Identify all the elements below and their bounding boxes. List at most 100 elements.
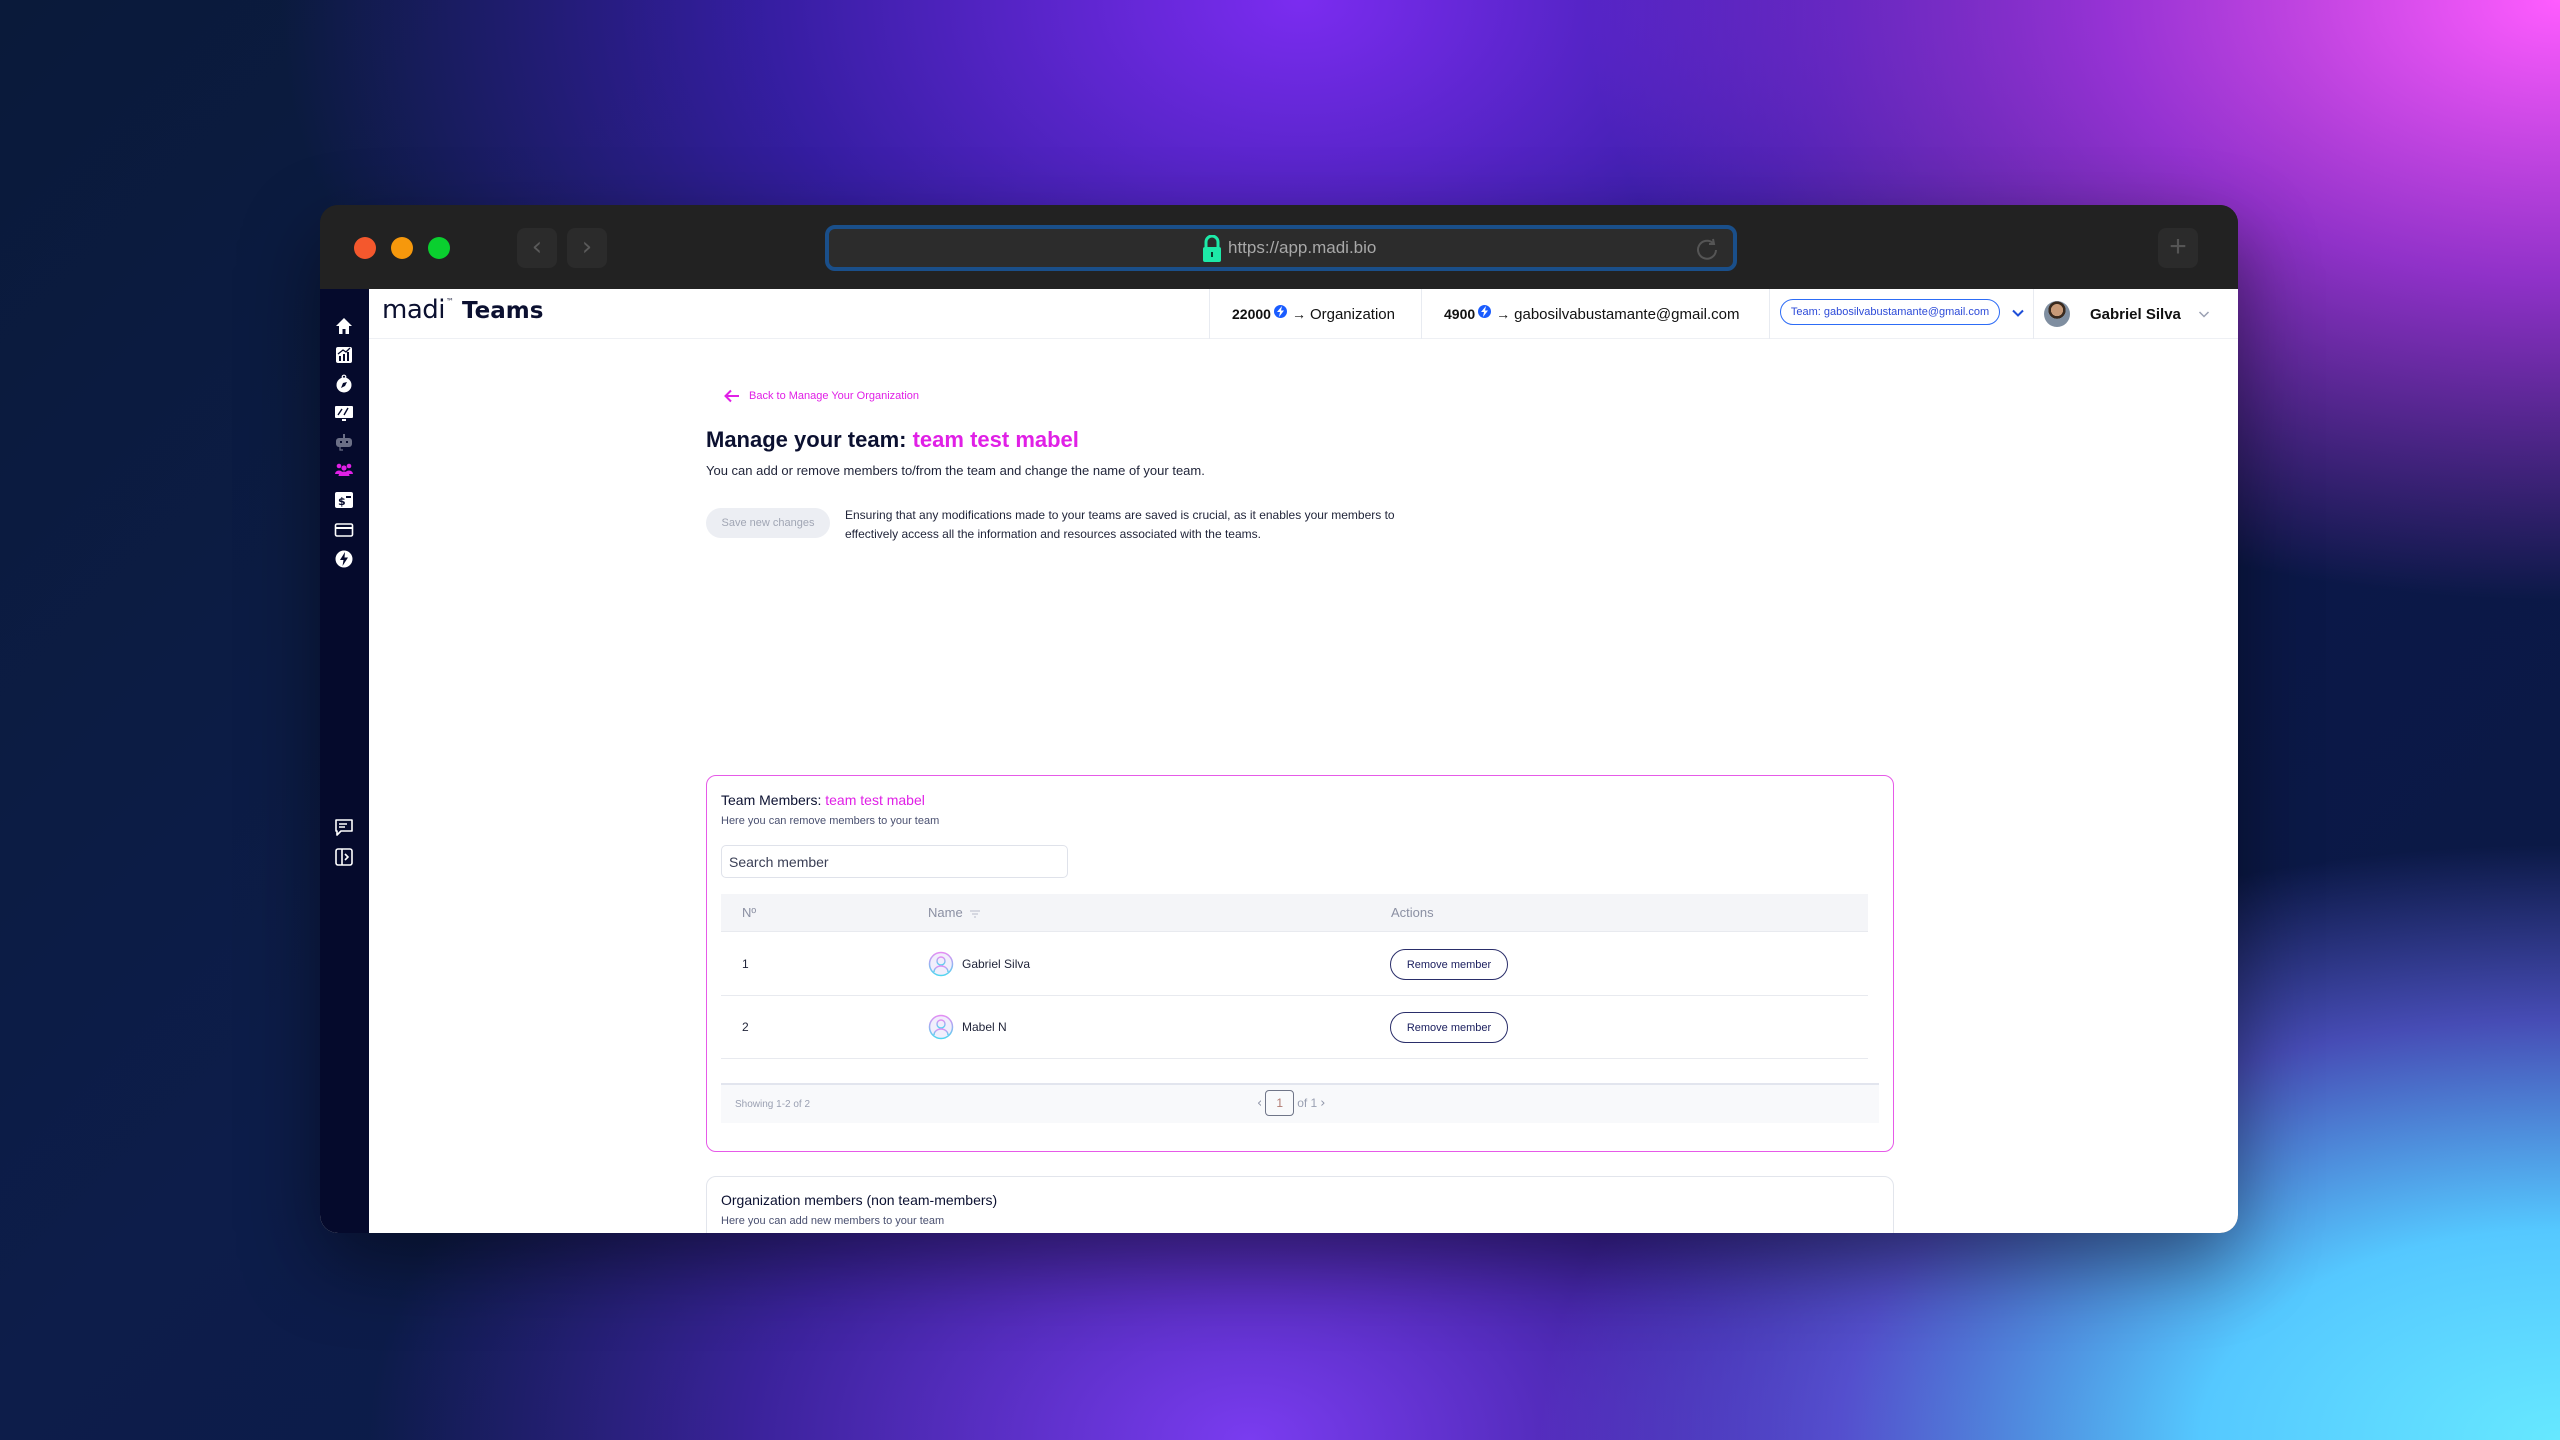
sidebar-item-billing[interactable]: $ <box>334 490 354 510</box>
team-selector[interactable]: Team: gabosilvabustamante@gmail.com <box>1769 289 2033 339</box>
page-subtitle: You can add or remove members to/from th… <box>706 463 1205 478</box>
team-members-title-prefix: Team Members: <box>721 792 826 808</box>
save-note: Ensuring that any modifications made to … <box>845 508 1395 541</box>
user-credits: 4900 → gabosilvabustamante@gmail.com <box>1421 289 1769 339</box>
sidebar-item-teams[interactable] <box>334 460 354 480</box>
page-number-input[interactable]: 1 <box>1265 1090 1295 1116</box>
table-row: 1 Gabriel Silva Remove member <box>721 933 1868 996</box>
credit-bolt-icon <box>1478 304 1492 318</box>
column-header-name-label: Name <box>928 905 963 920</box>
maximize-window-button[interactable] <box>428 237 450 259</box>
back-to-organization-link[interactable]: Back to Manage Your Organization <box>723 387 919 405</box>
user-avatar-icon <box>928 951 954 977</box>
sidebar-item-payment[interactable] <box>334 520 354 540</box>
top-bar: madi ™ Teams 22000 → Organization 4900 →… <box>369 289 2238 339</box>
chart-icon <box>336 347 352 363</box>
member-name: Gabriel Silva <box>962 957 1031 971</box>
row-number: 1 <box>742 957 749 971</box>
pagination-controls: ‹ 1 of 1 › <box>1257 1090 1325 1116</box>
arrow-left-icon <box>724 389 739 403</box>
member-cell: Mabel N <box>928 1014 1007 1040</box>
user-credit-amount: 4900 <box>1444 306 1476 322</box>
browser-titlebar: ‹ › https://app.madi.bio + <box>320 205 2238 289</box>
home-icon <box>336 318 352 334</box>
app-area: $ madi ™ Teams 22000 → Organization 4900… <box>320 289 2238 1233</box>
chat-icon <box>335 819 353 836</box>
previous-page-button[interactable]: ‹ <box>1257 1096 1262 1111</box>
table-row: 2 Mabel N Remove member <box>721 996 1868 1059</box>
team-members-title: Team Members: team test mabel <box>721 792 925 808</box>
back-link-label: Back to Manage Your Organization <box>749 390 920 402</box>
user-credit-label: gabosilvabustamante@gmail.com <box>1514 305 1740 323</box>
search-member-input[interactable] <box>721 845 1068 878</box>
lock-icon <box>1203 235 1221 262</box>
reload-icon[interactable] <box>1693 236 1721 264</box>
arrow-right-icon: → <box>1496 306 1511 322</box>
sidebar-item-assistant[interactable] <box>334 432 354 452</box>
save-changes-button[interactable]: Save new changes <box>706 508 830 538</box>
app-logo[interactable]: madi ™ Teams <box>382 295 543 325</box>
column-header-actions: Actions <box>1391 905 1434 920</box>
chevron-down-icon[interactable] <box>2010 305 2026 321</box>
sidebar-item-credits[interactable] <box>334 549 354 569</box>
svg-text:$: $ <box>338 495 346 508</box>
team-name: team test mabel <box>912 427 1079 452</box>
page-total: of 1 <box>1297 1096 1318 1110</box>
sidebar-item-feedback[interactable] <box>334 817 354 837</box>
arrow-right-icon: → <box>1291 306 1306 322</box>
browser-forward-button[interactable]: › <box>567 228 607 268</box>
remove-member-button[interactable]: Remove member <box>1390 949 1508 980</box>
dollar-wallet-icon: $ <box>335 492 353 508</box>
address-bar[interactable]: https://app.madi.bio <box>825 225 1737 271</box>
chevron-down-icon[interactable] <box>2197 307 2211 321</box>
sidebar-item-home[interactable] <box>334 316 354 336</box>
user-profile-menu[interactable]: Gabriel Silva <box>2033 289 2238 339</box>
url-text: https://app.madi.bio <box>1228 238 1377 257</box>
browser-back-button[interactable]: ‹ <box>517 228 557 268</box>
credit-bolt-icon <box>1273 304 1287 318</box>
sidebar-item-explore[interactable] <box>334 374 354 394</box>
browser-window: ‹ › https://app.madi.bio + $ madi ™ Team… <box>320 205 2238 1233</box>
new-tab-button[interactable]: + <box>2158 228 2198 268</box>
filter-icon[interactable] <box>969 909 980 918</box>
sidebar-expand-icon <box>335 848 353 866</box>
organization-members-subtitle: Here you can add new members to your tea… <box>721 1215 945 1227</box>
organization-members-card: Organization members (non team-members) … <box>706 1176 1894 1233</box>
credit-card-icon <box>334 523 354 537</box>
close-window-button[interactable] <box>354 237 376 259</box>
monitor-icon <box>335 406 353 421</box>
row-number: 2 <box>742 1020 749 1034</box>
page-title-prefix: Manage your team: <box>706 427 913 452</box>
compass-icon <box>336 374 352 393</box>
org-credit-label: Organization <box>1309 305 1395 323</box>
team-members-team-name: team test mabel <box>825 792 925 808</box>
next-page-button[interactable]: › <box>1320 1096 1325 1111</box>
organization-members-title: Organization members (non team-members) <box>721 1192 998 1208</box>
sidebar-item-analytics[interactable] <box>334 345 354 365</box>
member-cell: Gabriel Silva <box>928 951 1030 977</box>
team-table-header: Nº Name Actions <box>721 894 1868 932</box>
pagination: Showing 1-2 of 2 ‹ 1 of 1 › <box>721 1083 1879 1123</box>
section-title: Teams <box>462 298 544 324</box>
user-avatar-icon <box>928 1014 954 1040</box>
logo-trademark: ™ <box>446 297 454 306</box>
org-credit-amount: 22000 <box>1232 306 1271 322</box>
page-title: Manage your team: team test mabel <box>706 427 1079 453</box>
avatar <box>2044 301 2070 327</box>
team-members-subtitle: Here you can remove members to your team <box>721 815 940 827</box>
team-members-card: Team Members: team test mabel Here you c… <box>706 775 1894 1152</box>
remove-member-button[interactable]: Remove member <box>1390 1012 1508 1043</box>
sidebar-item-presentation[interactable] <box>334 403 354 423</box>
robot-icon <box>336 434 352 451</box>
user-name: Gabriel Silva <box>2090 305 2181 323</box>
organization-credits: 22000 → Organization <box>1209 289 1421 339</box>
member-name: Mabel N <box>962 1020 1007 1034</box>
minimize-window-button[interactable] <box>391 237 413 259</box>
sidebar: $ <box>320 289 369 1233</box>
team-selector-value[interactable]: Team: gabosilvabustamante@gmail.com <box>1780 299 2000 325</box>
sidebar-expand-button[interactable] <box>334 847 354 867</box>
team-icon <box>335 463 353 476</box>
logo-text: madi <box>382 295 446 325</box>
bolt-icon <box>335 550 353 568</box>
column-header-name[interactable]: Name <box>928 905 980 920</box>
